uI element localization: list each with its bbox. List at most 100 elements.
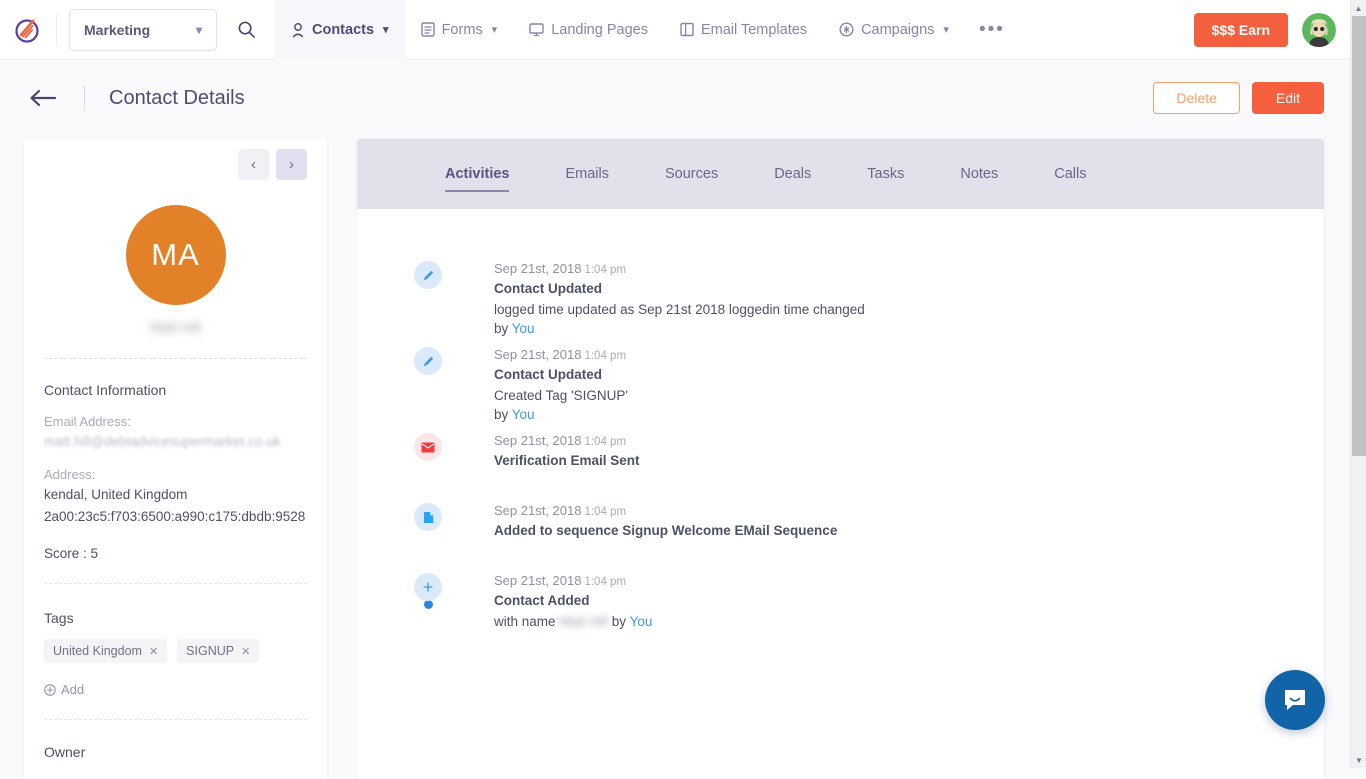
address-line-1: kendal, United Kingdom bbox=[44, 486, 307, 504]
timeline-marker-column bbox=[414, 433, 442, 461]
activity-panel: Activities Emails Sources Deals Tasks No… bbox=[357, 139, 1324, 779]
chevron-left-icon: ‹ bbox=[251, 156, 256, 173]
plus-icon bbox=[414, 573, 442, 601]
nav-label-contacts: Contacts bbox=[312, 22, 374, 38]
tab-label: Deals bbox=[774, 166, 811, 182]
nav-item-email-templates[interactable]: Email Templates bbox=[664, 0, 823, 60]
tab-label: Sources bbox=[665, 166, 718, 182]
earn-button[interactable]: $$$ Earn bbox=[1194, 13, 1288, 47]
nav-item-landing-pages[interactable]: Landing Pages bbox=[513, 0, 664, 60]
nav-item-campaigns[interactable]: Campaigns ▾ bbox=[823, 0, 965, 60]
nav-label-email-templates: Email Templates bbox=[701, 22, 807, 38]
timeline-by-prefix: by bbox=[494, 407, 512, 422]
timeline-marker-column bbox=[414, 503, 442, 531]
chevron-down-icon: ▾ bbox=[492, 23, 498, 36]
user-avatar[interactable] bbox=[1302, 13, 1336, 47]
timeline-time-text: 1:04 pm bbox=[584, 264, 626, 276]
topbar-right-group: $$$ Earn bbox=[1194, 13, 1350, 47]
nav-item-contacts[interactable]: Contacts ▾ bbox=[275, 0, 405, 60]
nav-overflow-label: ••• bbox=[979, 19, 1005, 41]
tab-tasks[interactable]: Tasks bbox=[839, 139, 932, 209]
tab-label: Calls bbox=[1054, 166, 1086, 182]
timeline-actor-link[interactable]: You bbox=[630, 614, 653, 629]
nav-overflow-menu[interactable]: ••• bbox=[965, 0, 1019, 60]
timeline-title: Contact Added bbox=[494, 593, 1324, 608]
back-arrow-icon bbox=[28, 88, 58, 108]
card-divider-top bbox=[44, 358, 307, 359]
remove-tag-icon[interactable]: ✕ bbox=[149, 645, 158, 658]
contact-name: Matt Hill bbox=[44, 319, 307, 336]
timeline-description: with name Matt Hill by You bbox=[494, 612, 1324, 631]
back-button[interactable] bbox=[28, 88, 58, 108]
timeline-author-line: by You bbox=[494, 321, 1324, 336]
chevron-down-icon: ▾ bbox=[383, 23, 389, 36]
pencil-edit-icon bbox=[414, 347, 442, 375]
card-divider-owner bbox=[44, 719, 307, 720]
contact-person-icon bbox=[291, 22, 305, 38]
tab-activities[interactable]: Activities bbox=[417, 139, 537, 209]
pencil-edit-icon bbox=[414, 261, 442, 289]
page-header: Contact Details Delete Edit bbox=[0, 60, 1350, 136]
edit-button[interactable]: Edit bbox=[1252, 82, 1324, 114]
timeline-date-text: Sep 21st, 2018 bbox=[494, 503, 581, 518]
add-tag-label: Add bbox=[61, 682, 84, 697]
address-label: Address: bbox=[44, 467, 307, 482]
tag-chip[interactable]: SIGNUP ✕ bbox=[177, 639, 259, 663]
next-contact-button[interactable]: › bbox=[276, 149, 307, 180]
nav-label-campaigns: Campaigns bbox=[861, 22, 934, 38]
contact-avatar: MA bbox=[126, 205, 226, 305]
timeline-date-text: Sep 21st, 2018 bbox=[494, 347, 581, 362]
plus-circle-icon bbox=[44, 684, 56, 696]
remove-tag-icon[interactable]: ✕ bbox=[241, 645, 250, 658]
scrollbar-thumb[interactable] bbox=[1352, 16, 1366, 456]
tab-label: Tasks bbox=[867, 166, 904, 182]
tag-chip[interactable]: United Kingdom ✕ bbox=[44, 639, 167, 663]
intercom-chat-button[interactable] bbox=[1265, 670, 1325, 730]
tab-bar: Activities Emails Sources Deals Tasks No… bbox=[357, 139, 1324, 209]
chevron-right-icon: › bbox=[289, 156, 294, 173]
timeline-marker-column bbox=[414, 573, 442, 609]
timeline-date-text: Sep 21st, 2018 bbox=[494, 261, 581, 276]
timeline-actor-link[interactable]: You bbox=[512, 321, 535, 336]
tag-list: United Kingdom ✕ SIGNUP ✕ bbox=[44, 639, 307, 663]
tab-calls[interactable]: Calls bbox=[1026, 139, 1114, 209]
envelope-icon bbox=[414, 433, 442, 461]
encharge-logo-icon bbox=[13, 15, 43, 45]
scroll-up-arrow[interactable]: ▲ bbox=[1351, 0, 1366, 16]
timeline-item: Sep 21st, 20181:04 pm Added to sequence … bbox=[414, 503, 1324, 573]
timeline-description: Created Tag 'SIGNUP' bbox=[494, 386, 1324, 405]
redacted-contact-name: Matt Hill bbox=[559, 612, 608, 631]
browser-scrollbar[interactable]: ▲ ▼ bbox=[1350, 0, 1366, 768]
top-navigation-bar: Marketing ▾ Contacts ▾ bbox=[0, 0, 1350, 60]
app-selector-dropdown[interactable]: Marketing ▾ bbox=[69, 9, 217, 51]
contact-information-title: Contact Information bbox=[44, 382, 307, 398]
timeline-time-text: 1:04 pm bbox=[584, 576, 626, 588]
template-columns-icon bbox=[680, 22, 694, 37]
add-tag-button[interactable]: Add bbox=[44, 682, 307, 697]
scroll-down-arrow[interactable]: ▼ bbox=[1351, 752, 1366, 768]
timeline-actor-link[interactable]: You bbox=[512, 407, 535, 422]
document-icon bbox=[414, 503, 442, 531]
tags-title: Tags bbox=[44, 610, 307, 626]
tab-emails[interactable]: Emails bbox=[537, 139, 637, 209]
timeline-title: Contact Updated bbox=[494, 281, 1324, 296]
timeline-date: Sep 21st, 20181:04 pm bbox=[494, 503, 1324, 518]
timeline-date: Sep 21st, 20181:04 pm bbox=[494, 573, 1324, 588]
timeline-end-dot bbox=[424, 600, 433, 609]
delete-button[interactable]: Delete bbox=[1153, 82, 1239, 114]
tab-deals[interactable]: Deals bbox=[746, 139, 839, 209]
timeline-date: Sep 21st, 20181:04 pm bbox=[494, 433, 1324, 448]
timeline-date: Sep 21st, 20181:04 pm bbox=[494, 261, 1324, 276]
timeline-title: Contact Updated bbox=[494, 367, 1324, 382]
nav-item-forms[interactable]: Forms ▾ bbox=[405, 0, 514, 60]
campaign-burst-icon bbox=[839, 22, 854, 37]
tab-notes[interactable]: Notes bbox=[932, 139, 1026, 209]
timeline-marker-column bbox=[414, 261, 442, 289]
tag-label: United Kingdom bbox=[53, 644, 142, 658]
tab-sources[interactable]: Sources bbox=[637, 139, 746, 209]
timeline-by-prefix: by bbox=[494, 321, 512, 336]
contact-score: Score : 5 bbox=[44, 546, 307, 561]
previous-contact-button[interactable]: ‹ bbox=[238, 149, 269, 180]
search-button[interactable] bbox=[217, 0, 275, 60]
app-logo[interactable] bbox=[0, 15, 56, 45]
